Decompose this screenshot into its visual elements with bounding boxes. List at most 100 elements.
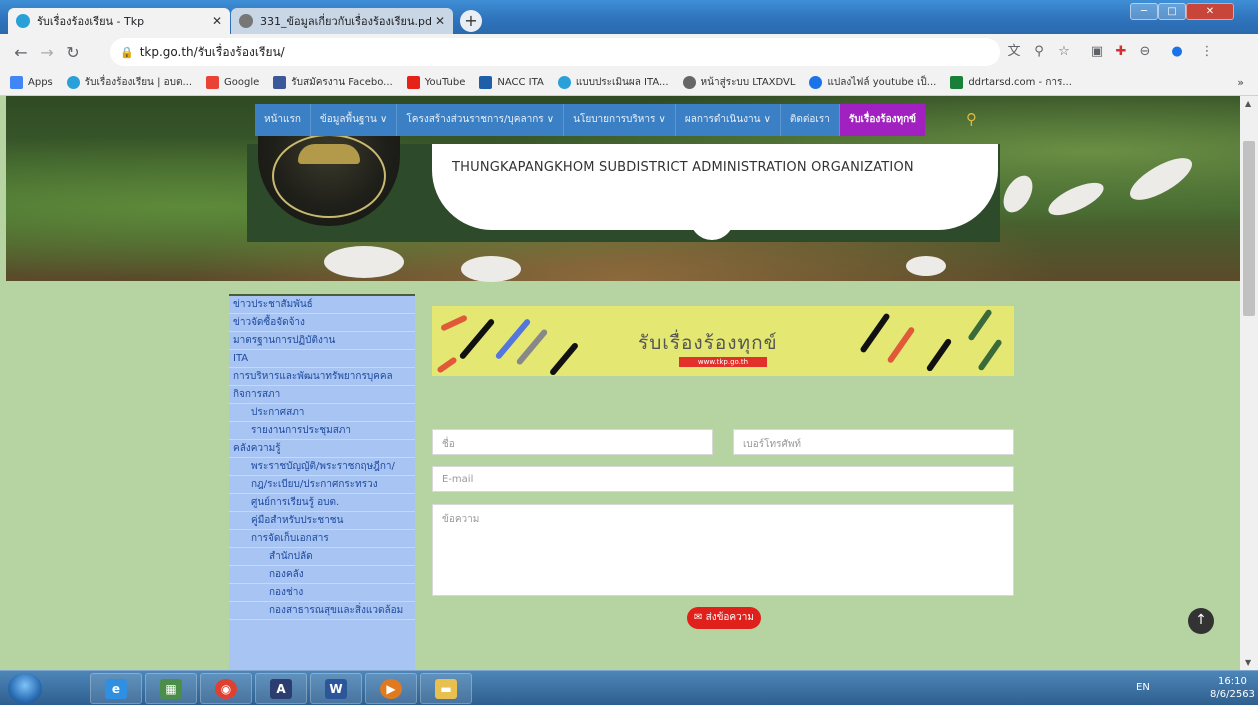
- extension-icon[interactable]: ▣: [1088, 43, 1106, 61]
- bookmark-youtube[interactable]: YouTube: [406, 76, 465, 89]
- back-to-top-button[interactable]: ↑: [1188, 608, 1214, 634]
- bookmark-label: ddrtarsd.com - การ...: [968, 77, 1072, 88]
- maximize-button[interactable]: □: [1158, 3, 1186, 20]
- taskbar-word[interactable]: W: [310, 673, 362, 704]
- doc-icon: [950, 76, 964, 89]
- forward-icon[interactable]: →: [36, 42, 58, 64]
- clock[interactable]: 16:10 8/6/2563: [1210, 675, 1255, 701]
- bookmark-label: แปลงไฟล์ youtube เป็...: [827, 77, 937, 88]
- taskbar-app-a[interactable]: A: [255, 673, 307, 704]
- sidebar-item-council-minutes[interactable]: รายงานการประชุมสภา: [229, 422, 415, 440]
- sidebar-item-knowledge[interactable]: คลังความรู้: [229, 440, 415, 458]
- nav-results[interactable]: ผลการดำเนินงาน ∨: [676, 104, 781, 136]
- cast-icon[interactable]: ⊖: [1136, 43, 1154, 61]
- bookmark-label: รับเรื่องร้องเรียน | อบต...: [84, 77, 193, 88]
- close-tab-icon[interactable]: ✕: [212, 14, 222, 28]
- taskbar-chrome[interactable]: ◉: [200, 673, 252, 704]
- taskbar-explorer[interactable]: ▬: [420, 673, 472, 704]
- more-bookmarks-icon[interactable]: »: [1237, 76, 1244, 89]
- scroll-up-arrow-icon[interactable]: ▲: [1245, 99, 1251, 108]
- nav-home[interactable]: หน้าแรก: [255, 104, 311, 136]
- menu-icon[interactable]: ⋮: [1198, 43, 1216, 61]
- sidebar-item-news[interactable]: ข่าวประชาสัมพันธ์: [229, 296, 415, 314]
- search-icon[interactable]: ⚲: [966, 110, 977, 128]
- sidebar-item-ita[interactable]: ITA: [229, 350, 415, 368]
- browser-toolbar: ← → ↻ 🔒 tkp.go.th/รับเรื่องร้องเรียน/ 文 …: [0, 34, 1258, 70]
- nav-policy[interactable]: นโยบายการบริหาร ∨: [564, 104, 676, 136]
- translate-icon[interactable]: 文: [1005, 43, 1023, 61]
- tab-pdf[interactable]: 331_ข้อมูลเกี่ยวกับเรื่องร้องเรียน.pdf ✕: [231, 8, 453, 34]
- tab-title: 331_ข้อมูลเกี่ยวกับเรื่องร้องเรียน.pdf: [260, 15, 431, 28]
- bookmark-item[interactable]: ddrtarsd.com - การ...: [950, 75, 1072, 90]
- calculator-icon: ▦: [160, 679, 182, 699]
- decor-stroke: [967, 308, 993, 342]
- zoom-icon[interactable]: ⚲: [1030, 43, 1048, 61]
- nav-contact[interactable]: ติดต่อเรา: [781, 104, 840, 136]
- start-button[interactable]: [8, 673, 42, 704]
- sidebar-item-citizen-manual[interactable]: คู่มือสำหรับประชาชน: [229, 512, 415, 530]
- sidebar-item-acts[interactable]: พระราชบัญญัติ/พระราชกฤษฎีกา/: [229, 458, 415, 476]
- back-icon[interactable]: ←: [10, 42, 32, 64]
- bookmark-apps[interactable]: Apps: [10, 76, 53, 89]
- bookmark-label: NACC ITA: [497, 77, 544, 88]
- taskbar-media-player[interactable]: ▶: [365, 673, 417, 704]
- minimize-button[interactable]: ─: [1130, 3, 1158, 20]
- close-tab-icon[interactable]: ✕: [435, 14, 445, 28]
- bookmark-label: Google: [224, 77, 260, 88]
- bookmark-item[interactable]: หน้าสู่ระบบ LTAXDVL: [682, 75, 795, 90]
- language-indicator[interactable]: EN: [1136, 682, 1150, 693]
- sidebar-item-health[interactable]: กองสาธารณสุขและสิ่งแวดล้อม: [229, 602, 415, 620]
- word-icon: W: [325, 679, 347, 699]
- close-window-button[interactable]: ✕: [1186, 3, 1234, 20]
- decor-stroke: [925, 337, 953, 373]
- nav-structure[interactable]: โครงสร้างส่วนราชการ/บุคลากร ∨: [397, 104, 565, 136]
- star-icon[interactable]: ☆: [1055, 43, 1073, 61]
- bookmark-label: รับสมัครงาน Facebo...: [291, 77, 393, 88]
- bookmark-nacc[interactable]: NACC ITA: [479, 76, 544, 89]
- sidebar-item-regulations[interactable]: กฎ/ระเบียบ/ประกาศกระทรวง: [229, 476, 415, 494]
- media-player-icon: ▶: [380, 679, 402, 699]
- taskbar-ie[interactable]: e: [90, 673, 142, 704]
- send-message-button[interactable]: ✉ ส่งข้อความ: [687, 607, 761, 629]
- nacc-icon: [479, 76, 493, 89]
- new-tab-button[interactable]: +: [460, 10, 482, 32]
- complaint-banner: รับเรื่องร้องทุกข์ www.tkp.go.th: [432, 306, 1014, 376]
- sidebar-item-office[interactable]: สำนักปลัด: [229, 548, 415, 566]
- bookmark-facebook[interactable]: รับสมัครงาน Facebo...: [273, 75, 393, 90]
- page-scrollbar[interactable]: ▲ ▼: [1240, 96, 1258, 670]
- converter-icon: [809, 76, 823, 89]
- nav-basic-info[interactable]: ข้อมูลพื้นฐาน ∨: [311, 104, 398, 136]
- email-input[interactable]: E-mail: [432, 466, 1014, 492]
- tab-active[interactable]: รับเรื่องร้องเรียน - Tkp ✕: [8, 8, 230, 34]
- seal-emblem: [298, 144, 360, 164]
- bookmark-item[interactable]: แปลงไฟล์ youtube เป็...: [809, 75, 936, 90]
- pdf-extension-icon[interactable]: ✚: [1112, 43, 1130, 61]
- app-a-icon: A: [270, 679, 292, 699]
- sidebar-item-engineering[interactable]: กองช่าง: [229, 584, 415, 602]
- sidebar-item-procurement[interactable]: ข่าวจัดซื้อจัดจ้าง: [229, 314, 415, 332]
- sidebar-item-learning-center[interactable]: ศูนย์การเรียนรู้ อบต.: [229, 494, 415, 512]
- scroll-down-arrow-icon[interactable]: ▼: [1245, 658, 1251, 667]
- sidebar-item-hr[interactable]: การบริหารและพัฒนาทรัพยากรบุคคล: [229, 368, 415, 386]
- taskbar-calculator[interactable]: ▦: [145, 673, 197, 704]
- reload-icon[interactable]: ↻: [62, 42, 84, 64]
- url-text: tkp.go.th/รับเรื่องร้องเรียน/: [139, 44, 285, 59]
- sidebar-item-council-announce[interactable]: ประกาศสภา: [229, 404, 415, 422]
- phone-input[interactable]: เบอร์โทรศัพท์: [733, 429, 1014, 455]
- flower-petal: [1044, 176, 1108, 222]
- bookmark-item[interactable]: รับเรื่องร้องเรียน | อบต...: [66, 75, 193, 90]
- bookmark-item[interactable]: แบบประเมินผล ITA...: [557, 75, 669, 90]
- message-textarea[interactable]: ข้อความ: [432, 504, 1014, 596]
- nav-complaints[interactable]: รับเรื่องร้องทุกข์: [839, 104, 925, 136]
- scrollbar-thumb[interactable]: [1243, 141, 1255, 316]
- sidebar-item-standards[interactable]: มาตรฐานการปฏิบัติงาน: [229, 332, 415, 350]
- decor-stroke: [436, 356, 458, 374]
- address-bar[interactable]: 🔒 tkp.go.th/รับเรื่องร้องเรียน/: [110, 38, 1000, 66]
- name-input[interactable]: ชื่อ: [432, 429, 713, 455]
- bookmark-google[interactable]: Google: [206, 76, 259, 89]
- profile-icon[interactable]: ●: [1168, 43, 1186, 61]
- sidebar-item-finance[interactable]: กองคลัง: [229, 566, 415, 584]
- sidebar-item-documents[interactable]: การจัดเก็บเอกสาร: [229, 530, 415, 548]
- sidebar-item-council[interactable]: กิจการสภา: [229, 386, 415, 404]
- google-icon: [206, 76, 220, 89]
